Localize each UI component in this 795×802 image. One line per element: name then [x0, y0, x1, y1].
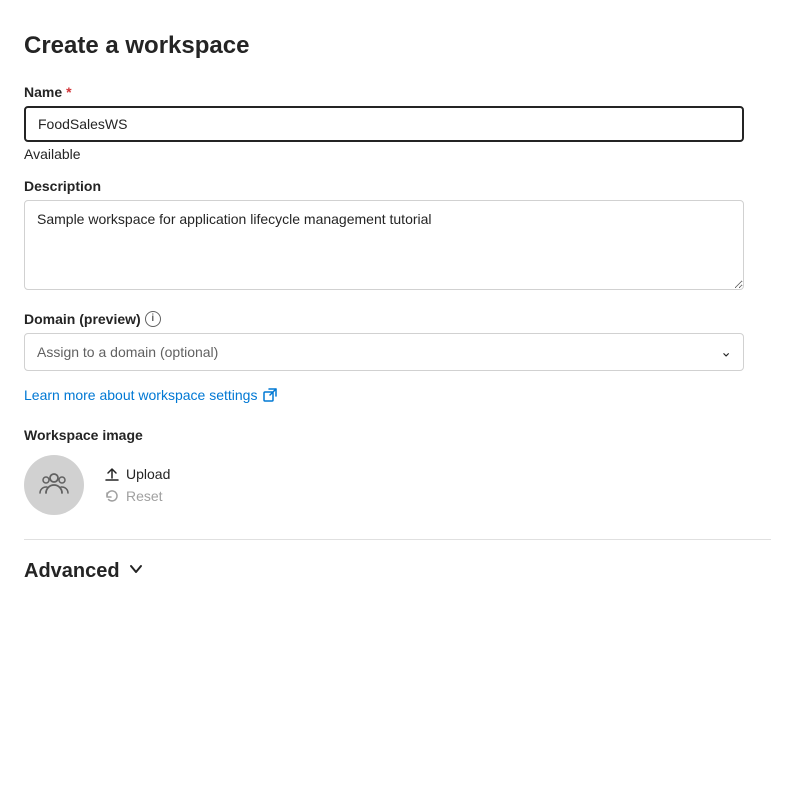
- domain-info-icon[interactable]: i: [145, 311, 161, 327]
- domain-label: Domain (preview) i: [24, 311, 771, 327]
- people-icon: [38, 467, 70, 504]
- workspace-name-input[interactable]: [24, 106, 744, 142]
- learn-more-link[interactable]: Learn more about workspace settings: [24, 387, 277, 403]
- page-title: Create a workspace: [24, 32, 771, 60]
- workspace-image-label: Workspace image: [24, 427, 771, 443]
- advanced-label: Advanced: [24, 560, 120, 583]
- workspace-avatar: [24, 455, 84, 515]
- reset-button[interactable]: Reset: [104, 488, 170, 504]
- reset-rotate-icon: [104, 488, 120, 504]
- name-field-group: Name * Available: [24, 84, 771, 162]
- domain-field-group: Domain (preview) i Assign to a domain (o…: [24, 311, 771, 371]
- description-field-group: Description Sample workspace for applica…: [24, 178, 771, 295]
- required-asterisk: *: [66, 84, 71, 100]
- name-label: Name *: [24, 84, 771, 100]
- upload-button[interactable]: Upload: [104, 466, 170, 482]
- image-action-buttons: Upload Reset: [104, 466, 170, 504]
- advanced-section[interactable]: Advanced: [24, 560, 771, 583]
- description-input[interactable]: Sample workspace for application lifecyc…: [24, 200, 744, 290]
- domain-dropdown-wrapper: Assign to a domain (optional) ⌄: [24, 333, 744, 371]
- availability-status: Available: [24, 146, 771, 162]
- domain-select[interactable]: Assign to a domain (optional): [24, 333, 744, 371]
- external-link-icon: [263, 388, 277, 402]
- upload-arrow-icon: [104, 466, 120, 482]
- image-controls: Upload Reset: [24, 455, 771, 515]
- advanced-chevron-icon: [128, 561, 144, 582]
- section-divider: [24, 539, 771, 540]
- description-label: Description: [24, 178, 771, 194]
- workspace-image-section: Workspace image: [24, 427, 771, 515]
